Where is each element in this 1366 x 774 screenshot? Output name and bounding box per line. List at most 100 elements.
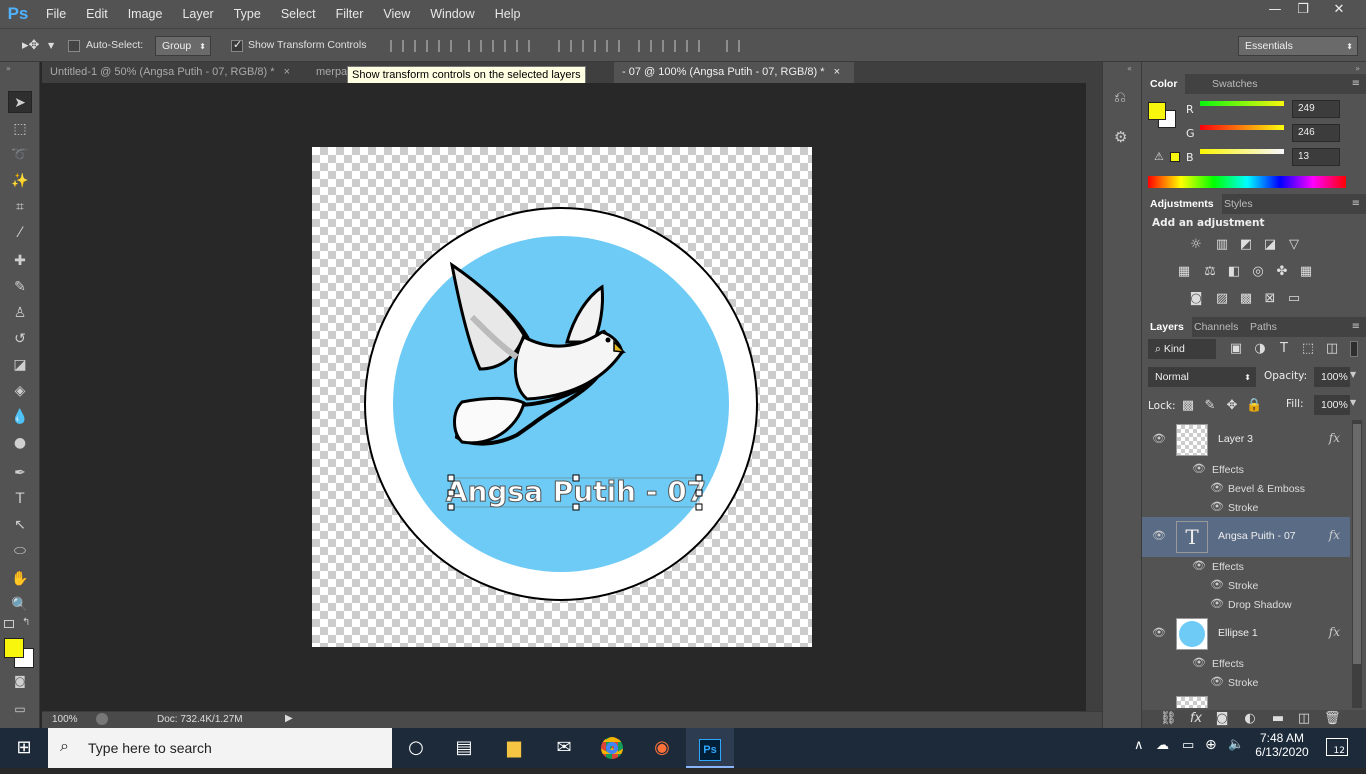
curves-icon[interactable]: ◩ — [1238, 238, 1254, 252]
eye-icon[interactable]: 👁 — [1152, 626, 1166, 639]
layer-row-ellipse-1[interactable]: 👁 Ellipse 1 fx — [1142, 614, 1350, 654]
screen-mode-icon[interactable]: ▭ — [8, 698, 32, 720]
status-menu-arrow-icon[interactable]: ▶ — [285, 713, 293, 724]
dodge-tool-icon[interactable]: ● — [8, 432, 32, 454]
menu-image[interactable]: Image — [118, 0, 173, 28]
panel-menu-icon[interactable]: ≡ — [1352, 78, 1360, 89]
photo-filter-icon[interactable]: ◎ — [1250, 265, 1266, 279]
r-value-field[interactable]: 249 — [1292, 100, 1340, 118]
filter-adjustment-icon[interactable]: ◑ — [1252, 342, 1268, 356]
workspace-dropdown[interactable]: Essentials ⬍ — [1238, 36, 1358, 56]
tab-merpa[interactable]: merpa — [308, 62, 348, 83]
menu-file[interactable]: File — [36, 0, 76, 28]
tab-color[interactable]: Color — [1142, 74, 1186, 94]
marquee-tool-icon[interactable]: ⬚ — [8, 118, 32, 140]
taskbar-clock[interactable]: 7:48 AM 6/13/2020 — [1252, 731, 1312, 759]
zoom-tool-icon[interactable]: 🔍 — [8, 594, 32, 616]
opacity-field[interactable]: 100% — [1314, 367, 1350, 387]
layers-scrollbar[interactable] — [1352, 420, 1362, 708]
collapse-icon[interactable]: » — [1355, 64, 1360, 73]
history-panel-icon[interactable]: ⎌ — [1114, 88, 1126, 106]
scrollbar-thumb[interactable] — [1353, 424, 1361, 664]
black-white-icon[interactable]: ◧ — [1226, 265, 1242, 279]
move-tool-icon[interactable]: ➤ — [8, 91, 32, 113]
firefox-icon[interactable]: ◉ — [638, 728, 686, 768]
lock-position-icon[interactable]: ✥ — [1224, 399, 1240, 413]
eye-icon[interactable]: 👁 — [1152, 529, 1166, 542]
paint-bucket-icon[interactable]: ◈ — [8, 380, 32, 402]
color-lookup-icon[interactable]: ▦ — [1298, 265, 1314, 279]
notification-center-icon[interactable]: 12 — [1326, 738, 1348, 756]
eyedropper-icon[interactable]: ⁄ — [8, 222, 32, 244]
layer-effects-row[interactable]: 👁 Effects — [1142, 557, 1350, 576]
lock-all-icon[interactable]: 🔒 — [1246, 399, 1262, 413]
default-colors-icon[interactable] — [4, 620, 14, 628]
panel-menu-icon[interactable]: ≡ — [1352, 321, 1360, 332]
show-hidden-icons-icon[interactable]: ∧ — [1134, 738, 1144, 753]
menu-view[interactable]: View — [373, 0, 420, 28]
close-icon[interactable]: × — [834, 66, 840, 78]
menu-window[interactable]: Window — [420, 0, 484, 28]
menu-edit[interactable]: Edit — [76, 0, 118, 28]
eye-icon[interactable]: 👁 — [1210, 481, 1224, 494]
lock-image-icon[interactable]: ✎ — [1202, 399, 1218, 413]
windows-start-icon[interactable]: ⊞ — [0, 728, 48, 768]
mail-icon[interactable]: ✉ — [540, 728, 588, 768]
maximize-button[interactable]: ❐ — [1286, 0, 1320, 22]
color-fg-swatch[interactable] — [1148, 102, 1166, 120]
tab-channels[interactable]: Channels — [1186, 317, 1246, 337]
distribute-top-icon[interactable] — [558, 40, 572, 52]
effect-row[interactable]: 👁 Stroke — [1142, 498, 1350, 517]
taskbar-search-box[interactable]: ⌕ Type here to search — [48, 728, 392, 768]
tab-adjustments[interactable]: Adjustments — [1142, 194, 1222, 214]
history-brush-icon[interactable]: ↺ — [8, 328, 32, 350]
lock-transparent-icon[interactable]: ▩ — [1180, 399, 1196, 413]
effect-row[interactable]: 👁 Drop Shadow — [1142, 595, 1350, 614]
fx-icon[interactable]: fx — [1329, 625, 1340, 639]
g-slider[interactable] — [1200, 125, 1284, 130]
layer-effects-row[interactable]: 👁 Effects — [1142, 654, 1350, 673]
blend-mode-dropdown[interactable]: Normal ⬍ — [1148, 367, 1256, 387]
menu-select[interactable]: Select — [271, 0, 326, 28]
distribute-left-icon[interactable] — [638, 40, 652, 52]
eye-icon[interactable]: 👁 — [1152, 432, 1166, 445]
layer-effects-row[interactable]: 👁 Effects — [1142, 460, 1350, 479]
auto-select-checkbox[interactable] — [68, 40, 80, 52]
blur-tool-icon[interactable]: 💧 — [8, 406, 32, 428]
menu-filter[interactable]: Filter — [326, 0, 374, 28]
effect-row[interactable]: 👁 Bevel & Emboss — [1142, 479, 1350, 498]
tab-untitled-1[interactable]: Untitled-1 @ 50% (Angsa Putih - 07, RGB/… — [42, 62, 304, 83]
add-style-icon[interactable]: fx — [1188, 712, 1204, 726]
path-selection-icon[interactable]: ↖ — [8, 514, 32, 536]
magic-wand-icon[interactable]: ✨ — [8, 170, 32, 192]
pen-tool-icon[interactable]: ✒ — [8, 462, 32, 484]
layer-filter-dropdown[interactable]: ⌕ Kind — [1148, 339, 1216, 359]
fill-dropdown-icon[interactable]: ▼ — [1350, 398, 1356, 407]
align-vcenter-icon[interactable] — [414, 40, 428, 52]
color-spectrum-ramp[interactable] — [1148, 176, 1346, 188]
clone-stamp-icon[interactable]: ♙ — [8, 302, 32, 324]
tab-active-document[interactable]: - 07 @ 100% (Angsa Putih - 07, RGB/8) * … — [614, 62, 854, 83]
align-bottom-icon[interactable] — [438, 40, 452, 52]
align-right-icon[interactable] — [516, 40, 530, 52]
hue-saturation-icon[interactable]: ▦ — [1176, 265, 1192, 279]
new-group-icon[interactable]: ▬ — [1270, 712, 1286, 726]
lasso-tool-icon[interactable]: ➰ — [8, 144, 32, 166]
delete-layer-icon[interactable]: 🗑 — [1324, 712, 1341, 726]
network-sync-icon[interactable]: ☁ — [1156, 738, 1169, 753]
properties-panel-icon[interactable]: ⚙ — [1114, 128, 1127, 146]
file-explorer-icon[interactable]: ▆ — [490, 728, 538, 768]
eye-icon[interactable]: 👁 — [1210, 675, 1224, 688]
layer-row-layer-3[interactable]: 👁 Layer 3 fx — [1142, 420, 1350, 460]
filter-toggle[interactable] — [1350, 341, 1358, 357]
distribute-bottom-icon[interactable] — [606, 40, 620, 52]
globe-icon[interactable]: ⊕ — [1205, 737, 1217, 753]
effect-row[interactable]: 👁 Stroke — [1142, 576, 1350, 595]
panel-menu-icon[interactable]: ≡ — [1352, 198, 1360, 209]
ellipse-tool-icon[interactable]: ⬭ — [8, 540, 32, 562]
chrome-icon[interactable] — [588, 728, 636, 768]
show-transform-checkbox[interactable]: ✓ — [231, 38, 243, 52]
vibrance-icon[interactable]: ▽ — [1286, 238, 1302, 252]
exposure-icon[interactable]: ◪ — [1262, 238, 1278, 252]
threshold-icon[interactable]: ▩ — [1238, 292, 1254, 306]
